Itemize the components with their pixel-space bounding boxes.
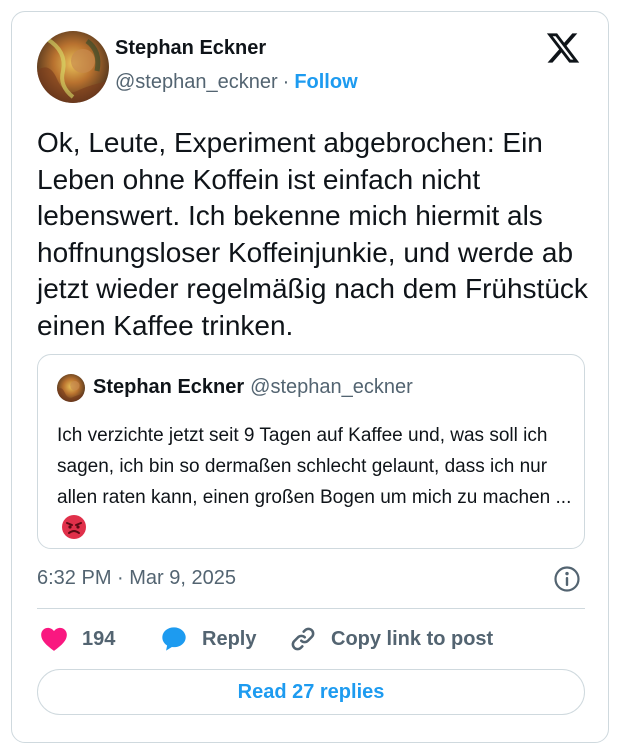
- reply-label: Reply: [202, 627, 257, 650]
- link-icon: [291, 627, 315, 651]
- quoted-author-name: Stephan Eckner: [93, 376, 245, 398]
- copy-link-label: Copy link to post: [331, 627, 494, 650]
- quoted-text: Ich verzichte jetzt seit 9 Tagen auf Kaf…: [57, 425, 572, 508]
- like-count: 194: [82, 627, 116, 650]
- handle-separator: ·: [282, 71, 290, 93]
- divider: [37, 608, 585, 609]
- quoted-header: Stephan Eckner @stephan_eckner: [93, 376, 413, 399]
- tweet-timestamp[interactable]: 6:32 PM · Mar 9, 2025: [37, 567, 236, 590]
- read-replies-button[interactable]: Read 27 replies: [37, 669, 585, 715]
- author-handle[interactable]: @stephan_eckner: [115, 71, 278, 93]
- author-handle-row: @stephan_eckner · Follow: [115, 71, 358, 94]
- copy-link-button[interactable]: Copy link to post: [289, 624, 493, 654]
- info-icon[interactable]: [553, 565, 581, 593]
- x-logo-icon[interactable]: [545, 30, 581, 66]
- tweet-text: Ok, Leute, Experiment abgebrochen: Ein L…: [37, 127, 588, 341]
- author-avatar[interactable]: [37, 31, 109, 103]
- quoted-author-avatar: [57, 374, 85, 402]
- like-button[interactable]: 194: [40, 624, 115, 654]
- speech-bubble-icon: [162, 627, 186, 651]
- quoted-tweet[interactable]: Stephan Eckner @stephan_eckner Ich verzic…: [37, 354, 585, 549]
- reply-button[interactable]: Reply: [160, 624, 256, 654]
- quoted-text-block: Ich verzichte jetzt seit 9 Tagen auf Kaf…: [57, 420, 577, 544]
- quoted-author-handle: @stephan_eckner: [250, 376, 413, 398]
- heart-icon: [41, 627, 67, 651]
- tweet-card: Stephan Eckner @stephan_eckner · Follow Ok…: [11, 11, 609, 743]
- angry-face-icon: [61, 514, 87, 540]
- author-name[interactable]: Stephan Eckner: [115, 37, 266, 60]
- follow-button[interactable]: Follow: [294, 71, 357, 93]
